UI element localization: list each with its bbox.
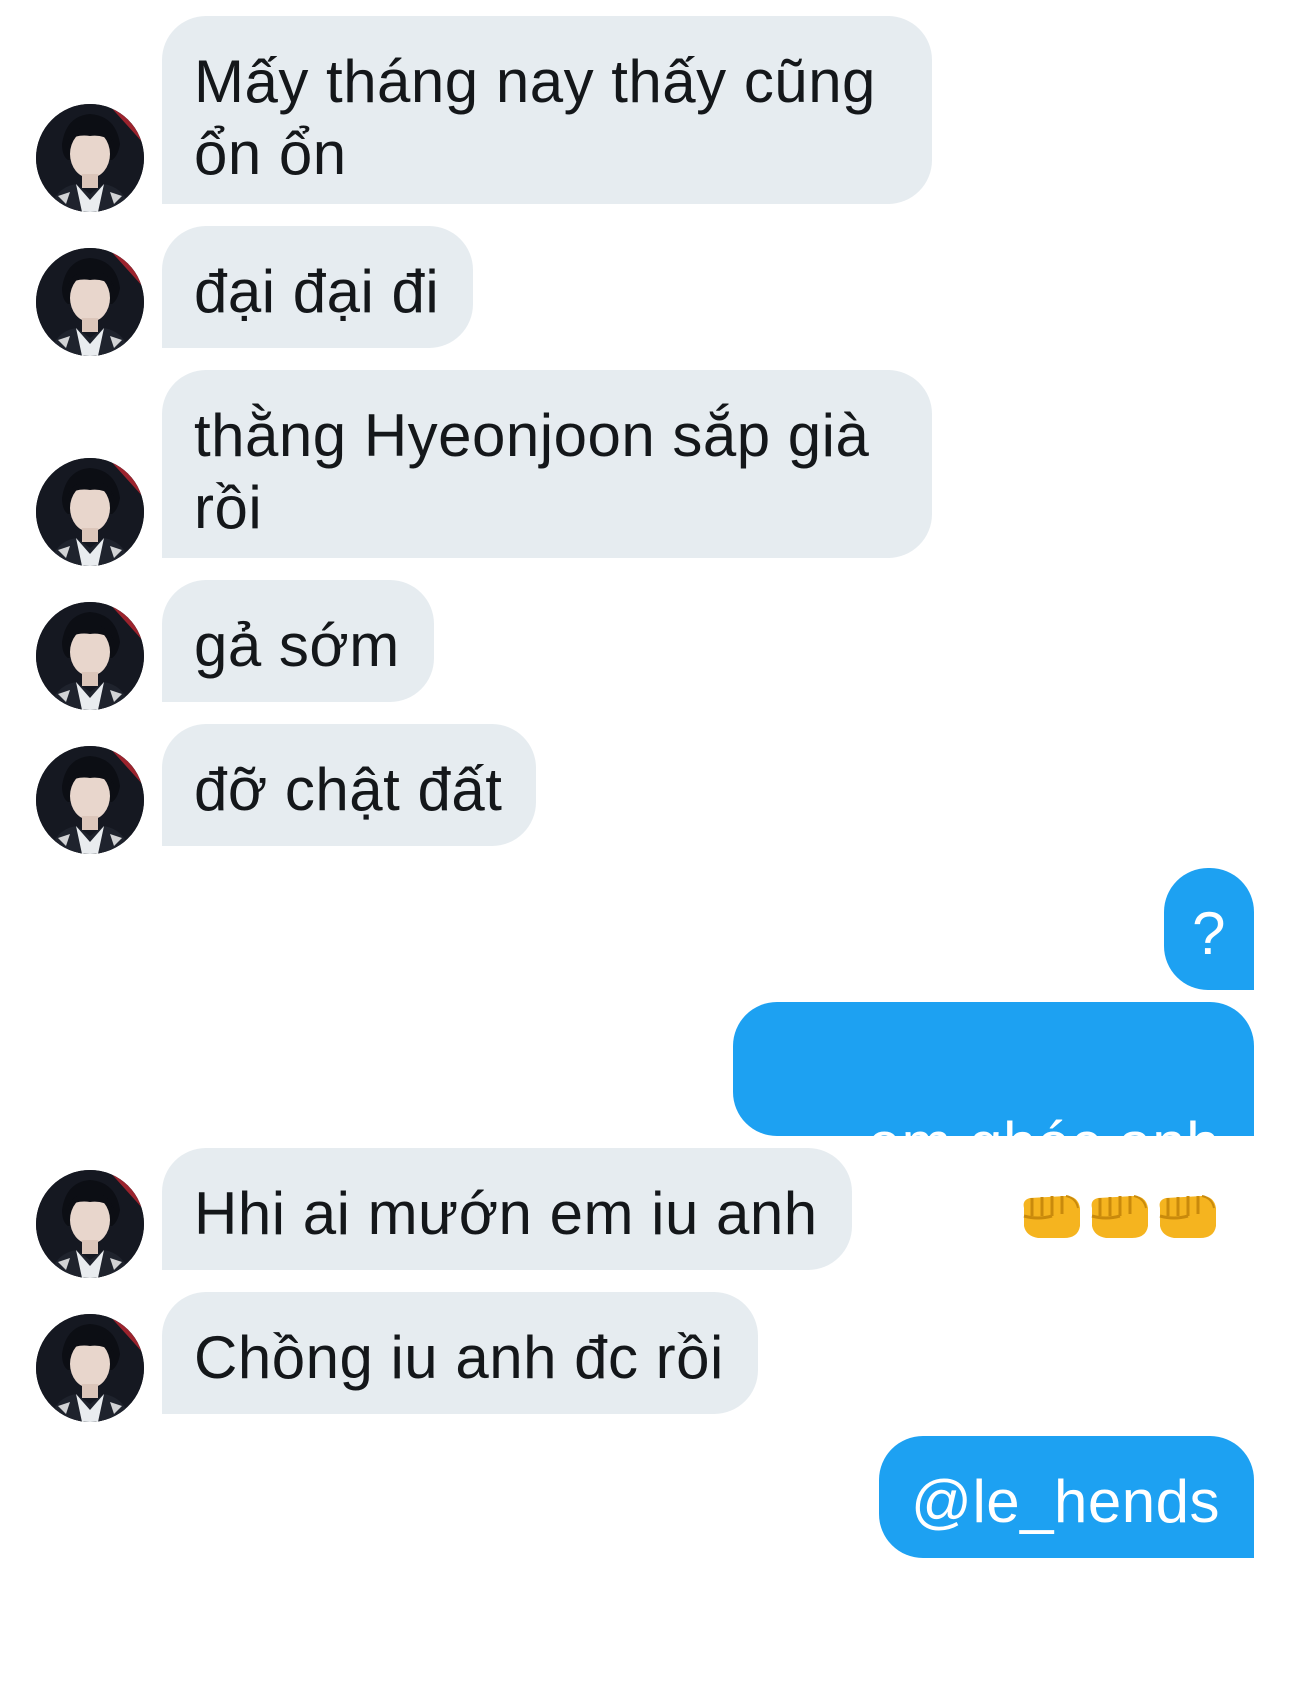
incoming-message-bubble[interactable]: đỡ chật đất	[162, 724, 537, 846]
avatar[interactable]	[36, 746, 144, 854]
incoming-message-bubble[interactable]: Mấy tháng nay thấy cũng ổn ổn	[162, 16, 932, 204]
incoming-message-bubble[interactable]: Chồng iu anh đc rồi	[162, 1292, 758, 1414]
avatar-image	[36, 458, 144, 566]
incoming-message-bubble[interactable]: thằng Hyeonjoon sắp già rồi	[162, 370, 932, 558]
avatar-image	[36, 1314, 144, 1422]
avatar-image	[36, 1170, 144, 1278]
incoming-message-bubble[interactable]: Hhi ai mướn em iu anh	[162, 1148, 852, 1270]
avatar[interactable]	[36, 248, 144, 356]
outgoing-message-bubble[interactable]: ?	[1164, 868, 1254, 990]
avatar-image	[36, 104, 144, 212]
message-row-incoming: gả sớm	[0, 580, 1290, 710]
avatar[interactable]	[36, 1170, 144, 1278]
outgoing-message-bubble[interactable]: em ghéc anh	[732, 1002, 1254, 1136]
message-row-incoming: đại đại đi	[0, 226, 1290, 356]
incoming-message-bubble[interactable]: gả sớm	[162, 580, 434, 702]
conversation-thread: Mấy tháng nay thấy cũng ổn ổn đại đại đi…	[0, 0, 1290, 1700]
message-row-outgoing: @le_hends	[0, 1436, 1290, 1558]
avatar[interactable]	[36, 104, 144, 212]
message-row-incoming: thằng Hyeonjoon sắp già rồi	[0, 370, 1290, 566]
avatar[interactable]	[36, 458, 144, 566]
avatar[interactable]	[36, 1314, 144, 1422]
incoming-message-bubble[interactable]: đại đại đi	[162, 226, 474, 348]
message-row-incoming: Hhi ai mướn em iu anh	[0, 1148, 1290, 1278]
outgoing-message-bubble[interactable]: @le_hends	[879, 1436, 1254, 1558]
message-row-outgoing: em ghéc anh	[0, 1002, 1290, 1136]
avatar-image	[36, 248, 144, 356]
message-row-incoming: đỡ chật đất	[0, 724, 1290, 854]
avatar[interactable]	[36, 602, 144, 710]
avatar-image	[36, 746, 144, 854]
avatar-image	[36, 602, 144, 710]
message-row-outgoing: ?	[0, 868, 1290, 990]
message-row-incoming: Mấy tháng nay thấy cũng ổn ổn	[0, 16, 1290, 212]
message-row-incoming: Chồng iu anh đc rồi	[0, 1292, 1290, 1422]
